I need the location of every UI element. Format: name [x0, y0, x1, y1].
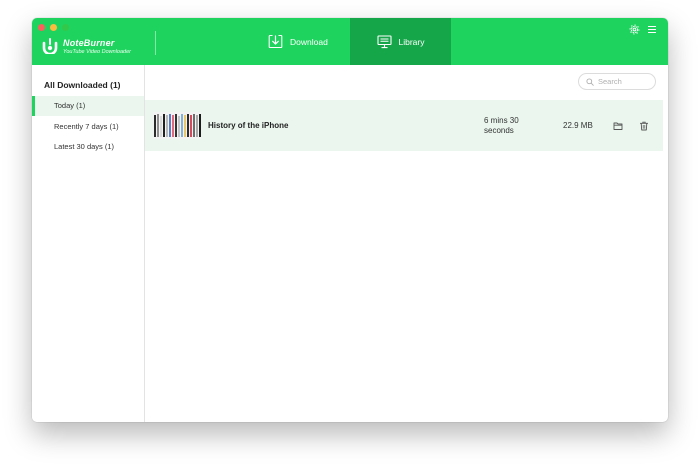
minimize-window-button[interactable] [50, 24, 57, 31]
menu-icon[interactable] [647, 25, 657, 34]
video-title: History of the iPhone [208, 121, 289, 130]
sidebar-item-recent-7-days[interactable]: Recently 7 days (1) [32, 117, 144, 137]
app-subtitle: YouTube Video Downloader [63, 49, 131, 55]
video-size: 22.9 MB [563, 121, 593, 130]
gear-icon[interactable] [629, 24, 640, 35]
app-name: NoteBurner [63, 38, 115, 48]
table-row[interactable]: History of the iPhone 6 mins 30 seconds … [145, 100, 663, 151]
close-window-button[interactable] [38, 24, 45, 31]
sidebar-item-latest-30-days[interactable]: Latest 30 days (1) [32, 137, 144, 157]
tab-library[interactable]: Library [350, 18, 451, 65]
maximize-window-button[interactable] [62, 24, 69, 31]
app-window: NoteBurner YouTube Video Downloader Down… [32, 18, 668, 422]
search-icon [586, 77, 594, 86]
download-icon [268, 34, 283, 49]
trash-icon[interactable] [639, 121, 649, 131]
monitor-icon [376, 34, 392, 48]
video-duration: 6 mins 30 seconds [484, 116, 519, 135]
title-divider [155, 31, 156, 55]
video-thumbnail [153, 112, 201, 139]
tab-library-label: Library [398, 36, 425, 47]
tab-download-label: Download [290, 36, 328, 47]
sidebar-item-today[interactable]: Today (1) [32, 96, 144, 116]
sidebar: All Downloaded (1) Today (1) Recently 7 … [32, 65, 145, 422]
sidebar-title[interactable]: All Downloaded (1) [44, 80, 121, 90]
title-bar: NoteBurner YouTube Video Downloader Down… [32, 18, 668, 65]
folder-icon[interactable] [613, 121, 623, 131]
search-input[interactable] [598, 77, 654, 86]
noteburner-logo-icon [42, 38, 58, 54]
search-box[interactable] [578, 73, 656, 90]
